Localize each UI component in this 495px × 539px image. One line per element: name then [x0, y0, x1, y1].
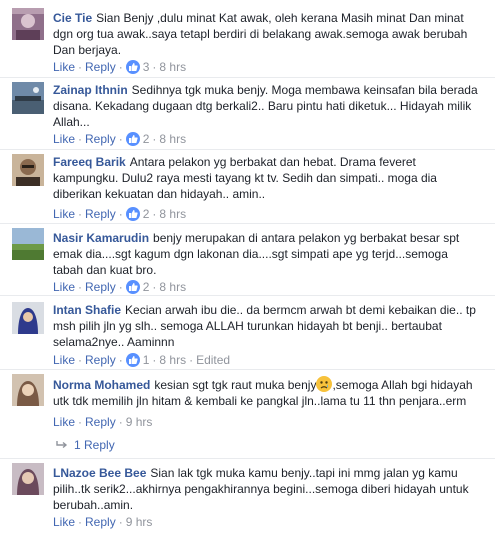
separator: · — [78, 415, 83, 429]
avatar[interactable] — [12, 8, 44, 40]
reply-button[interactable]: Reply — [85, 280, 116, 294]
separator: · — [78, 353, 83, 367]
timestamp[interactable]: 8 hrs — [159, 60, 186, 74]
like-button[interactable]: Like — [53, 415, 75, 429]
comment-body: Fareeq Barik Antara pelakon yg berbakat d… — [53, 154, 481, 202]
like-button[interactable]: Like — [53, 207, 75, 221]
comment-author[interactable]: Intan Shafie — [53, 303, 121, 317]
separator: · — [152, 207, 157, 221]
comment-author[interactable]: Nasir Kamarudin — [53, 231, 149, 245]
comment-body: Nasir Kamarudin benjy merupakan di antara… — [53, 230, 481, 278]
divider — [0, 369, 495, 370]
separator: · — [78, 280, 83, 294]
comment-body: Cie Tie Sian Benjy ,dulu minat Kat awak, … — [53, 10, 481, 58]
separator: · — [118, 353, 123, 367]
avatar[interactable] — [12, 82, 44, 114]
avatar[interactable] — [12, 374, 44, 406]
comment-actions: Like · Reply · 9 hrs — [53, 414, 152, 430]
like-button[interactable]: Like — [53, 515, 75, 529]
separator: · — [78, 60, 83, 74]
comment-actions: Like · Reply · 9 hrs — [53, 514, 152, 530]
reaction-count[interactable]: 2 — [143, 280, 150, 294]
divider — [0, 223, 495, 224]
like-reaction-icon[interactable] — [125, 353, 140, 367]
separator: · — [118, 60, 123, 74]
like-button[interactable]: Like — [53, 132, 75, 146]
timestamp[interactable]: 8 hrs — [159, 207, 186, 221]
separator: · — [118, 515, 123, 529]
like-button[interactable]: Like — [53, 353, 75, 367]
reaction-count[interactable]: 3 — [143, 60, 150, 74]
avatar[interactable] — [12, 302, 44, 334]
separator: · — [118, 207, 123, 221]
timestamp[interactable]: 9 hrs — [126, 515, 153, 529]
reaction-count[interactable]: 2 — [143, 207, 150, 221]
reaction-count[interactable]: 1 — [143, 353, 150, 367]
avatar[interactable] — [12, 154, 44, 186]
reply-button[interactable]: Reply — [85, 415, 116, 429]
avatar[interactable] — [12, 463, 44, 495]
like-reaction-icon[interactable] — [125, 60, 140, 74]
comment-text: Sian Benjy ,dulu minat Kat awak, oleh ke… — [53, 11, 468, 57]
comment-text: kesian sgt tgk raut muka benjy — [154, 378, 317, 392]
like-reaction-icon[interactable] — [125, 280, 140, 294]
comment-actions: Like · Reply · 3 · 8 hrs — [53, 59, 186, 75]
comment-body: Intan Shafie Kecian arwah ibu die.. da be… — [53, 302, 481, 350]
divider — [0, 77, 495, 78]
separator: · — [78, 515, 83, 529]
like-reaction-icon[interactable] — [125, 207, 140, 221]
comment-actions: Like · Reply · 1 · 8 hrs · Edited — [53, 352, 230, 368]
separator: · — [78, 207, 83, 221]
divider — [0, 295, 495, 296]
timestamp[interactable]: 9 hrs — [126, 415, 153, 429]
like-reaction-icon[interactable] — [125, 132, 140, 146]
reply-button[interactable]: Reply — [85, 132, 116, 146]
view-replies-link[interactable]: 1 Reply — [56, 437, 115, 454]
replies-count-label[interactable]: 1 Reply — [74, 438, 115, 452]
edited-label[interactable]: Edited — [196, 353, 230, 367]
separator: · — [152, 280, 157, 294]
reply-button[interactable]: Reply — [85, 515, 116, 529]
sad-face-icon — [316, 376, 333, 392]
separator: · — [118, 415, 123, 429]
like-button[interactable]: Like — [53, 280, 75, 294]
divider — [0, 149, 495, 150]
reply-arrow-icon — [56, 438, 68, 454]
comment-actions: Like · Reply · 2 · 8 hrs — [53, 131, 186, 147]
comment-body: Norma Mohamed kesian sgt tgk raut muka be… — [53, 376, 481, 409]
separator: · — [78, 132, 83, 146]
separator: · — [152, 60, 157, 74]
comment-actions: Like · Reply · 2 · 8 hrs — [53, 206, 186, 222]
comment-actions: Like · Reply · 2 · 8 hrs — [53, 279, 186, 295]
avatar[interactable] — [12, 228, 44, 260]
comment-author[interactable]: Fareeq Barik — [53, 155, 126, 169]
separator: · — [118, 132, 123, 146]
comment-author[interactable]: Zainap Ithnin — [53, 83, 128, 97]
separator: · — [118, 280, 123, 294]
comment-author[interactable]: Cie Tie — [53, 11, 92, 25]
separator: · — [152, 353, 157, 367]
comments-panel: Cie Tie Sian Benjy ,dulu minat Kat awak, … — [0, 0, 495, 539]
divider — [0, 458, 495, 459]
timestamp[interactable]: 8 hrs — [159, 132, 186, 146]
comment-author[interactable]: LNazoe Bee Bee — [53, 466, 146, 480]
timestamp[interactable]: 8 hrs — [159, 280, 186, 294]
separator: · — [189, 353, 194, 367]
like-button[interactable]: Like — [53, 60, 75, 74]
reply-button[interactable]: Reply — [85, 207, 116, 221]
separator: · — [152, 132, 157, 146]
reaction-count[interactable]: 2 — [143, 132, 150, 146]
reply-button[interactable]: Reply — [85, 353, 116, 367]
reply-button[interactable]: Reply — [85, 60, 116, 74]
comment-author[interactable]: Norma Mohamed — [53, 378, 150, 392]
timestamp[interactable]: 8 hrs — [159, 353, 186, 367]
comment-body: Zainap Ithnin Sedihnya tgk muka benjy. Mo… — [53, 82, 481, 130]
comment-body: LNazoe Bee Bee Sian lak tgk muka kamu ben… — [53, 465, 481, 513]
